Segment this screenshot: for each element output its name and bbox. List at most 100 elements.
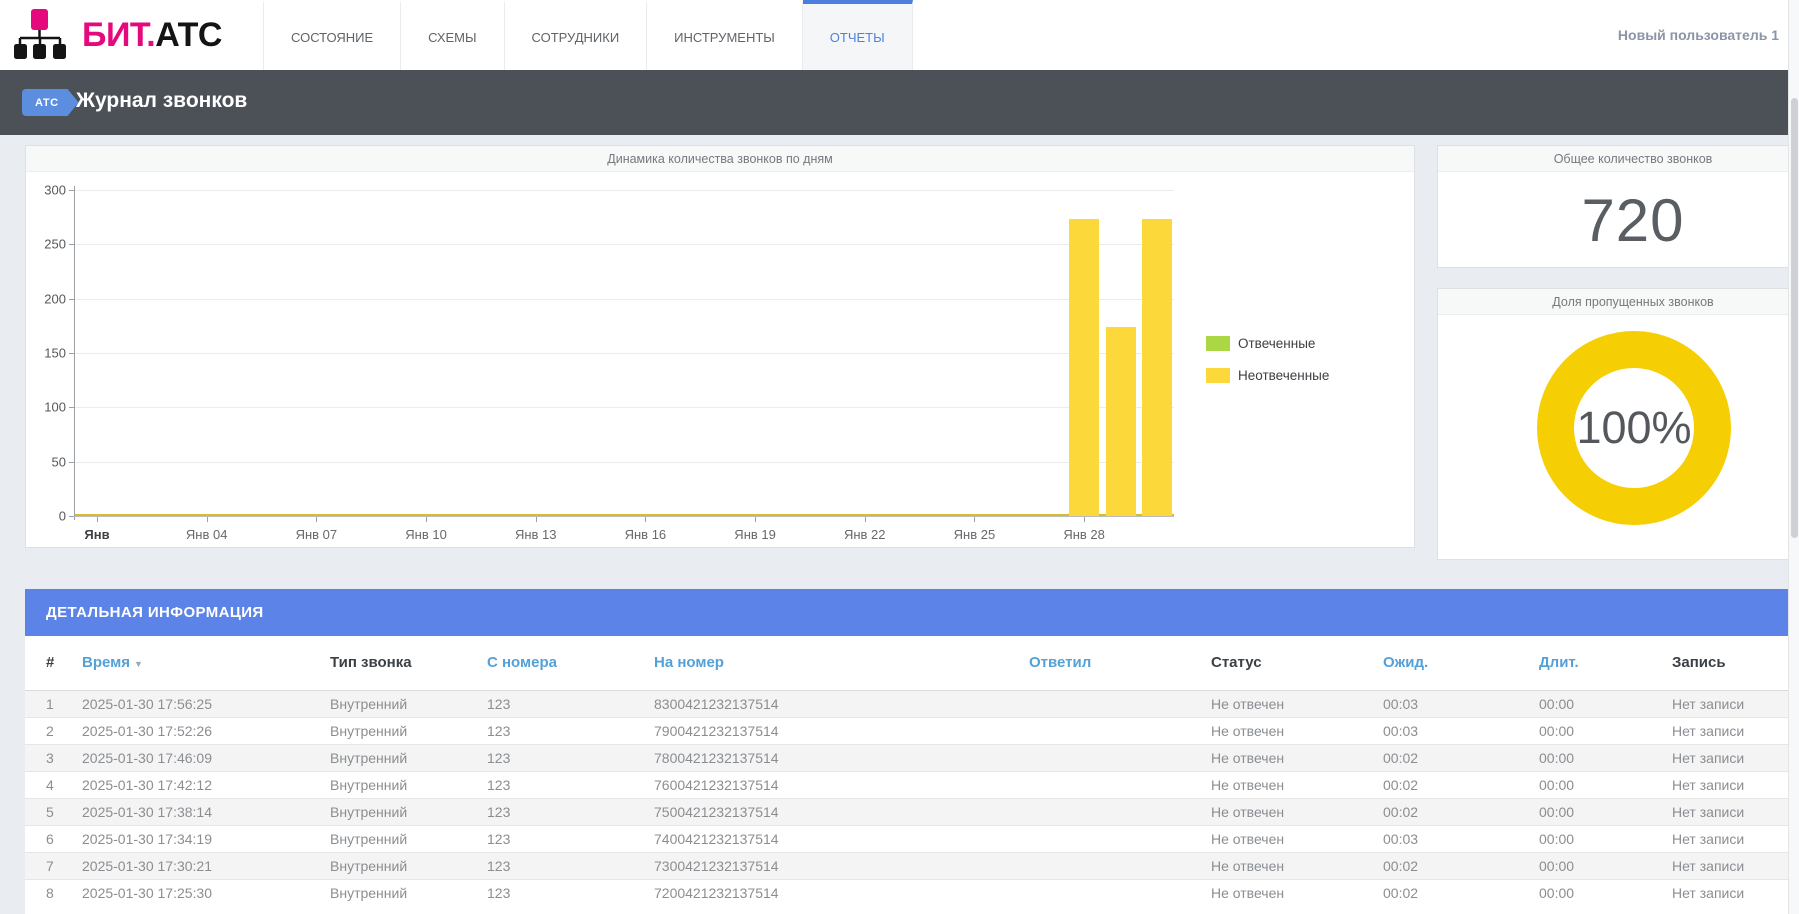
cell-6: Не отвечен [1211, 825, 1383, 852]
cell-2: Внутренний [330, 852, 487, 879]
x-axis-tick [536, 517, 537, 522]
total-calls-title: Общее количество звонков [1438, 146, 1799, 172]
column-header-5[interactable]: Ответил [1029, 636, 1211, 690]
column-header-4[interactable]: На номер [654, 636, 1029, 690]
table-row[interactable]: 42025-01-30 17:42:12Внутренний1237600421… [25, 771, 1788, 798]
x-axis-tick [426, 517, 427, 522]
y-tick-label: 300 [32, 183, 66, 198]
cell-8: 00:00 [1539, 771, 1672, 798]
cell-9: Нет записи [1672, 771, 1788, 798]
table-row[interactable]: 82025-01-30 17:25:30Внутренний1237200421… [25, 879, 1788, 906]
column-header-2: Тип звонка [330, 636, 487, 690]
cell-5 [1029, 825, 1211, 852]
missed-share-donut: 100% [1537, 331, 1731, 525]
total-calls-panel: Общее количество звонков 720 [1437, 145, 1799, 268]
cell-6: Не отвечен [1211, 798, 1383, 825]
x-tick-label: Янв 07 [296, 527, 338, 542]
table-row[interactable]: 12025-01-30 17:56:25Внутренний1238300421… [25, 690, 1788, 717]
cell-4: 7200421232137514 [654, 879, 1029, 906]
legend-label: Отвеченные [1238, 336, 1315, 351]
cell-6: Не отвечен [1211, 879, 1383, 906]
nav-tab-4[interactable]: ОТЧЕТЫ [803, 0, 913, 70]
chart-bar[interactable] [1106, 327, 1136, 516]
x-axis-tick [974, 517, 975, 522]
gridline [74, 244, 1174, 245]
cell-3: 123 [487, 744, 654, 771]
cell-1: 2025-01-30 17:52:26 [82, 717, 330, 744]
cell-2: Внутренний [330, 744, 487, 771]
x-axis-tick [645, 517, 646, 522]
cell-8: 00:00 [1539, 744, 1672, 771]
gridline [74, 407, 1174, 408]
x-axis-tick [865, 517, 866, 522]
chart-bar[interactable] [1069, 219, 1099, 516]
legend-item[interactable]: Отвеченные [1206, 336, 1329, 351]
cell-5 [1029, 717, 1211, 744]
cell-2: Внутренний [330, 879, 487, 906]
cell-3: 123 [487, 771, 654, 798]
details-title-bar: ДЕТАЛЬНАЯ ИНФОРМАЦИЯ [25, 589, 1788, 636]
table-row[interactable]: 52025-01-30 17:38:14Внутренний1237500421… [25, 798, 1788, 825]
cell-0: 6 [25, 825, 82, 852]
chart-bar[interactable] [1142, 219, 1172, 516]
cell-2: Внутренний [330, 690, 487, 717]
cell-9: Нет записи [1672, 852, 1788, 879]
scrollbar-thumb[interactable] [1791, 98, 1798, 538]
nav-tab-3[interactable]: ИНСТРУМЕНТЫ [647, 0, 803, 70]
atc-badge[interactable]: АТС [22, 89, 79, 116]
cell-1: 2025-01-30 17:46:09 [82, 744, 330, 771]
cell-1: 2025-01-30 17:42:12 [82, 771, 330, 798]
brand-title: БИТ.АТС [82, 16, 222, 55]
table-row[interactable]: 32025-01-30 17:46:09Внутренний1237800421… [25, 744, 1788, 771]
cell-2: Внутренний [330, 798, 487, 825]
column-header-1[interactable]: Время▼ [82, 636, 330, 690]
x-tick-label: Янв 19 [734, 527, 776, 542]
cell-9: Нет записи [1672, 825, 1788, 852]
y-tick-label: 150 [32, 346, 66, 361]
user-menu[interactable]: Новый пользователь 1 [1618, 0, 1779, 70]
x-tick-label: Янв 25 [954, 527, 996, 542]
cell-8: 00:00 [1539, 798, 1672, 825]
cell-2: Внутренний [330, 717, 487, 744]
calls-dynamics-panel: Динамика количества звонков по дням 0501… [25, 145, 1415, 548]
cell-3: 123 [487, 852, 654, 879]
vertical-scrollbar[interactable] [1788, 0, 1799, 914]
sort-desc-icon: ▼ [134, 659, 143, 669]
missed-share-title: Доля пропущенных звонков [1438, 289, 1799, 315]
cell-5 [1029, 771, 1211, 798]
y-tick-label: 100 [32, 400, 66, 415]
x-axis-tick [1084, 517, 1085, 522]
x-tick-label: Янв [84, 527, 109, 542]
cell-8: 00:00 [1539, 825, 1672, 852]
column-header-3[interactable]: С номера [487, 636, 654, 690]
y-tick-label: 200 [32, 291, 66, 306]
brand-atc: АТС [155, 16, 222, 54]
nav-tab-1[interactable]: СХЕМЫ [401, 0, 504, 70]
cell-5 [1029, 798, 1211, 825]
gridline [74, 190, 1174, 191]
x-tick-label: Янв 28 [1063, 527, 1105, 542]
cell-7: 00:02 [1383, 744, 1539, 771]
y-axis-line [74, 186, 75, 520]
column-header-8[interactable]: Длит. [1539, 636, 1672, 690]
cell-0: 7 [25, 852, 82, 879]
brand-logo[interactable]: БИТ.АТС [14, 9, 222, 61]
table-row[interactable]: 72025-01-30 17:30:21Внутренний1237300421… [25, 852, 1788, 879]
cell-9: Нет записи [1672, 744, 1788, 771]
cell-5 [1029, 852, 1211, 879]
cell-2: Внутренний [330, 825, 487, 852]
legend-swatch [1206, 336, 1230, 351]
table-row[interactable]: 22025-01-30 17:52:26Внутренний1237900421… [25, 717, 1788, 744]
legend-item[interactable]: Неотвеченные [1206, 368, 1329, 383]
nav-tab-2[interactable]: СОТРУДНИКИ [505, 0, 648, 70]
gridline [74, 462, 1174, 463]
cell-9: Нет записи [1672, 798, 1788, 825]
cell-7: 00:03 [1383, 825, 1539, 852]
nav-tab-0[interactable]: СОСТОЯНИЕ [263, 0, 401, 70]
cell-8: 00:00 [1539, 717, 1672, 744]
table-row[interactable]: 62025-01-30 17:34:19Внутренний1237400421… [25, 825, 1788, 852]
column-header-7[interactable]: Ожид. [1383, 636, 1539, 690]
missed-share-panel: Доля пропущенных звонков 100% [1437, 288, 1799, 560]
cell-1: 2025-01-30 17:25:30 [82, 879, 330, 906]
cell-1: 2025-01-30 17:34:19 [82, 825, 330, 852]
